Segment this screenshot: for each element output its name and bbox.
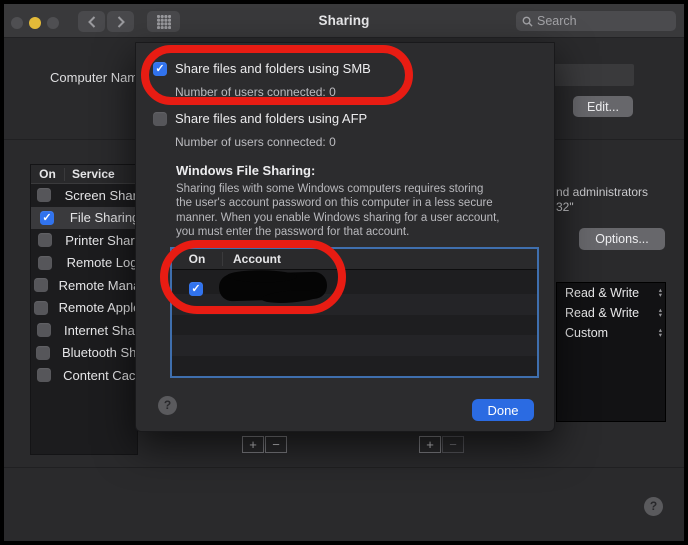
empty-table-row xyxy=(172,335,537,356)
service-row-printer-sharing[interactable]: Printer Sharing xyxy=(31,229,137,252)
add-button[interactable]: + xyxy=(242,436,264,453)
stepper-icon[interactable]: ▴▾ xyxy=(659,288,662,299)
empty-table-row xyxy=(172,315,537,336)
permission-row[interactable]: Read & Write ▴▾ xyxy=(557,303,665,323)
service-row-screen-sharing[interactable]: Screen Sharing xyxy=(31,184,137,207)
divider xyxy=(4,467,684,468)
afp-users-connected: Number of users connected: 0 xyxy=(175,135,336,149)
remove-button[interactable]: − xyxy=(265,436,287,453)
computer-name-field[interactable] xyxy=(548,64,634,86)
checkbox[interactable] xyxy=(38,233,52,247)
smb-users-connected: Number of users connected: 0 xyxy=(175,85,336,99)
search-icon xyxy=(522,16,533,27)
column-header-account: Account xyxy=(222,252,281,266)
service-row-remote-login[interactable]: Remote Login xyxy=(31,252,137,275)
afp-checkbox-unchecked[interactable] xyxy=(153,112,167,126)
afp-label: Share files and folders using AFP xyxy=(175,111,367,126)
service-row-content-caching[interactable]: Content Caching xyxy=(31,364,137,387)
remove-button-disabled: − xyxy=(442,436,464,453)
done-button[interactable]: Done xyxy=(472,399,534,421)
accounts-table-header: On Account xyxy=(172,249,537,270)
sharing-preferences-window: Sharing Computer Name: Edit... On Servic… xyxy=(4,4,684,541)
checkbox[interactable] xyxy=(37,188,51,202)
checkbox[interactable] xyxy=(38,256,52,270)
column-header-on: On xyxy=(172,252,222,266)
smb-options-sheet: Share files and folders using SMB Number… xyxy=(135,42,555,432)
service-row-internet-sharing[interactable]: Internet Sharing xyxy=(31,319,137,342)
windows-file-sharing-heading: Windows File Sharing: xyxy=(176,163,315,178)
info-text-administrators: nd administrators xyxy=(556,185,648,199)
account-checkbox-checked[interactable] xyxy=(189,282,203,296)
add-button[interactable]: + xyxy=(419,436,441,453)
permission-row[interactable]: Custom ▴▾ xyxy=(557,323,665,343)
services-list: On Service Screen Sharing File Sharing P… xyxy=(30,164,138,455)
service-row-remote-apple-events[interactable]: Remote Apple Events xyxy=(31,297,137,320)
services-list-header: On Service xyxy=(31,165,137,184)
checkbox-checked[interactable] xyxy=(40,211,54,225)
checkbox[interactable] xyxy=(37,368,51,382)
column-header-service: Service xyxy=(64,168,115,181)
service-row-bluetooth-sharing[interactable]: Bluetooth Sharing xyxy=(31,342,137,365)
shared-folders-add-remove: + − xyxy=(242,436,287,453)
service-row-remote-management[interactable]: Remote Management xyxy=(31,274,137,297)
permission-row[interactable]: Read & Write ▴▾ xyxy=(557,283,665,303)
windows-file-sharing-description: Sharing files with some Windows computer… xyxy=(176,182,540,239)
search-input[interactable] xyxy=(537,14,670,28)
computer-name-label: Computer Name: xyxy=(50,70,138,85)
stepper-icon[interactable]: ▴▾ xyxy=(659,328,662,339)
smb-checkbox-checked[interactable] xyxy=(153,62,167,76)
sheet-help-button[interactable]: ? xyxy=(158,396,177,415)
checkbox[interactable] xyxy=(34,301,48,315)
column-header-on: On xyxy=(31,167,64,181)
edit-button[interactable]: Edit... xyxy=(573,96,633,117)
info-text-computer: 32" xyxy=(556,200,574,214)
users-permissions-list: Read & Write ▴▾ Read & Write ▴▾ Custom ▴… xyxy=(556,282,666,422)
search-field[interactable] xyxy=(516,11,676,31)
stepper-icon[interactable]: ▴▾ xyxy=(659,308,662,319)
help-button[interactable]: ? xyxy=(644,497,663,516)
smb-label: Share files and folders using SMB xyxy=(175,61,371,76)
redacted-account-name xyxy=(219,272,328,302)
checkbox[interactable] xyxy=(36,346,50,360)
service-row-file-sharing[interactable]: File Sharing xyxy=(31,207,137,230)
checkbox[interactable] xyxy=(37,323,51,337)
title-bar: Sharing xyxy=(4,4,684,38)
windows-sharing-accounts-table: On Account xyxy=(170,247,539,378)
checkbox[interactable] xyxy=(34,278,48,292)
empty-table-row xyxy=(172,356,537,377)
options-button[interactable]: Options... xyxy=(579,228,665,250)
users-add-remove: + − xyxy=(419,436,464,453)
